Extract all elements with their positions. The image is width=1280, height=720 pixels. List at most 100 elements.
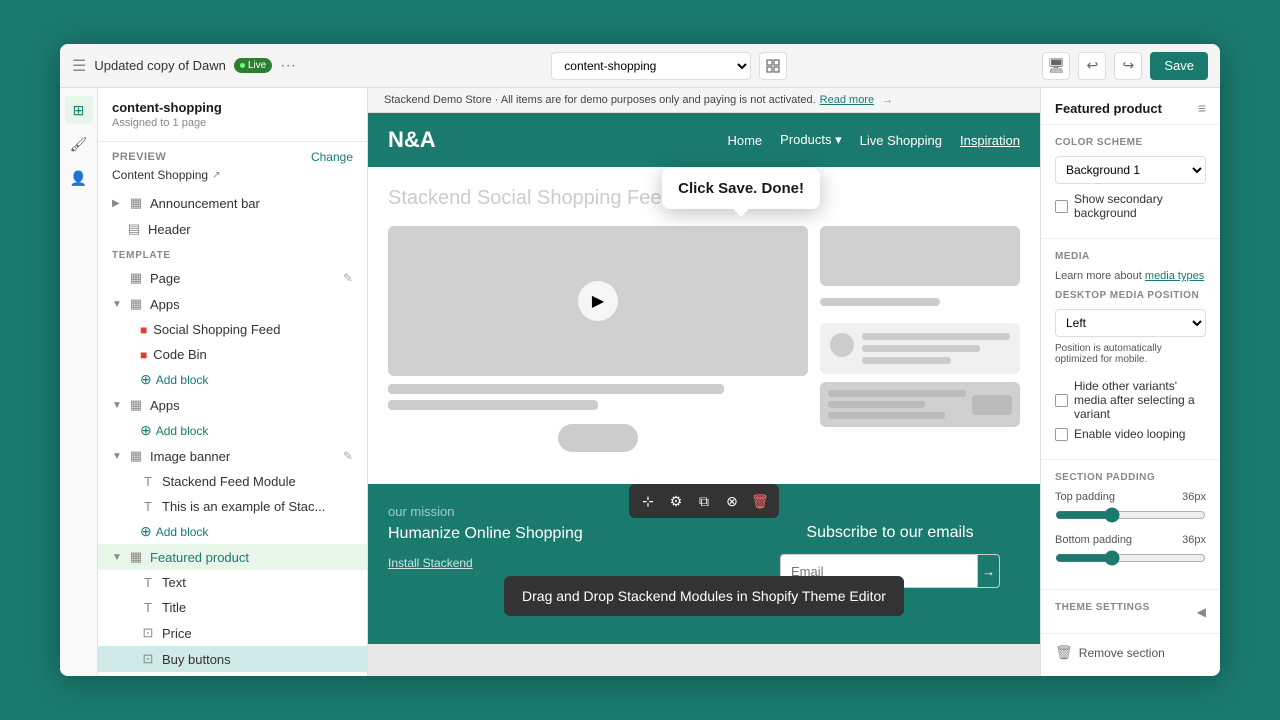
hide-variants-checkbox[interactable] <box>1055 394 1068 407</box>
add-block-image-banner[interactable]: ⊕ Add block <box>98 519 367 544</box>
feed-bar-2 <box>388 400 598 410</box>
right-panel-title: Featured product <box>1055 101 1198 116</box>
sidebar-icon-palette[interactable]: 🖌 <box>65 130 93 158</box>
apps1-icon: ▦ <box>128 296 144 312</box>
save-button[interactable]: Save <box>1150 52 1208 80</box>
image-banner-edit-icon[interactable]: ✎ <box>343 449 353 463</box>
sidebar-item-text[interactable]: T Text <box>98 570 367 595</box>
install-stackend-link[interactable]: Install Stackend <box>388 556 473 570</box>
sidebar-item-page[interactable]: ▦ Page ✎ <box>98 265 367 291</box>
sidebar-item-code-bin[interactable]: ■ Code Bin <box>98 342 367 367</box>
desktop-position-select[interactable]: Left <box>1055 309 1206 337</box>
sidebar-item-image-banner[interactable]: ▼ ▦ Image banner ✎ <box>98 443 367 469</box>
nav-inspiration[interactable]: Inspiration <box>960 133 1020 148</box>
arrow-icon: ▶ <box>112 198 122 209</box>
expand-button[interactable] <box>759 52 787 80</box>
sidebar-item-example-stac[interactable]: T This is an example of Stac... <box>98 494 367 519</box>
play-button[interactable]: ▶ <box>578 281 618 321</box>
section-padding-label: SECTION PADDING <box>1055 472 1206 483</box>
hide-variants-label: Hide other variants' media after selecti… <box>1074 379 1206 421</box>
toolbar-move-btn[interactable]: ⊹ <box>635 488 661 514</box>
remove-section-label: Remove section <box>1079 646 1165 660</box>
apps2-icon: ▦ <box>128 397 144 413</box>
sidebar-item-featured-product[interactable]: ▼ ▦ Featured product <box>98 544 367 570</box>
example-stac-label: This is an example of Stac... <box>162 499 325 514</box>
media-label: MEDIA <box>1055 251 1206 262</box>
theme-settings-collapse-icon[interactable]: ◀ <box>1197 605 1206 619</box>
external-link-icon[interactable]: ↗ <box>212 170 220 181</box>
top-padding-row: Top padding 36px <box>1055 491 1206 526</box>
page-edit-icon[interactable]: ✎ <box>343 271 353 285</box>
undo-button[interactable]: ↩ <box>1078 52 1106 80</box>
feed-grid: ▶ <box>388 226 1020 452</box>
sidebar-icon-users[interactable]: 👤 <box>65 164 93 192</box>
header-label: Header <box>148 222 191 237</box>
nav-home[interactable]: Home <box>727 133 762 148</box>
email-submit-button[interactable]: → <box>978 554 1000 588</box>
page-icon: ▦ <box>128 270 144 286</box>
toolbar-delete-btn[interactable]: 🗑 <box>747 488 773 514</box>
top-padding-value: 36px <box>1182 491 1206 503</box>
media-types-link[interactable]: media types <box>1145 270 1204 282</box>
nav-products[interactable]: Products ▾ <box>780 132 841 148</box>
color-scheme-label: COLOR SCHEME <box>1055 137 1206 148</box>
bottom-padding-slider[interactable] <box>1055 550 1206 566</box>
enable-video-row: Enable video looping <box>1055 427 1206 441</box>
preview-label: PREVIEW <box>112 151 166 163</box>
sidebar-header: content-shopping Assigned to 1 page <box>98 88 367 142</box>
sidebar-item-announcement-bar[interactable]: ▶ ▦ Announcement bar <box>98 190 367 216</box>
sidebar-item-apps1[interactable]: ▼ ▦ Apps <box>98 291 367 317</box>
sidebar-toggle-icon[interactable]: ☰ <box>72 56 86 76</box>
more-options-icon[interactable]: ··· <box>280 57 296 75</box>
top-padding-slider[interactable] <box>1055 507 1206 523</box>
enable-video-label: Enable video looping <box>1074 427 1185 441</box>
right-panel-header: Featured product ≡ <box>1041 88 1220 125</box>
show-secondary-checkbox[interactable] <box>1055 200 1068 213</box>
code-bin-label: Code Bin <box>153 347 206 362</box>
sidebar: content-shopping Assigned to 1 page PREV… <box>98 88 368 676</box>
sidebar-item-title[interactable]: T Title <box>98 595 367 620</box>
sidebar-item-header[interactable]: ▤ Header <box>98 216 367 242</box>
live-badge: Live <box>234 58 272 73</box>
preview-change-link[interactable]: Change <box>311 150 353 164</box>
feed-action-button[interactable] <box>558 424 638 452</box>
add-block-apps1[interactable]: ⊕ Add block <box>98 367 367 392</box>
toolbar-duplicate-btn[interactable]: ⧉ <box>691 488 717 514</box>
template-label: TEMPLATE <box>98 242 367 265</box>
title-label: Title <box>162 600 186 615</box>
announcement-bar: Stackend Demo Store · All items are for … <box>368 88 1040 113</box>
buy-icon: ⊡ <box>140 651 156 667</box>
sidebar-item-price[interactable]: ⊡ Price <box>98 620 367 646</box>
toolbar-disconnect-btn[interactable]: ⊗ <box>719 488 745 514</box>
announcement-arrow-icon: → <box>882 94 893 106</box>
sidebar-item-buy-buttons[interactable]: ⊡ Buy buttons <box>98 646 367 672</box>
enable-video-checkbox[interactable] <box>1055 428 1068 441</box>
bottom-padding-value: 36px <box>1182 534 1206 546</box>
redo-button[interactable]: ↪ <box>1114 52 1142 80</box>
card-line-2 <box>862 345 980 352</box>
sidebar-icon-sections[interactable]: ⊞ <box>65 96 93 124</box>
nav-live-shopping[interactable]: Live Shopping <box>860 133 942 148</box>
remove-section-button[interactable]: 🗑 Remove section <box>1041 634 1220 671</box>
live-dot <box>240 63 245 68</box>
featured-product-icon: ▦ <box>128 549 144 565</box>
dnd-tooltip: Drag and Drop Stackend Modules in Shopif… <box>504 576 904 616</box>
feed-bar-1 <box>388 384 724 394</box>
sidebar-item-social-shopping-feed[interactable]: ■ Social Shopping Feed <box>98 317 367 342</box>
bottom-rect <box>972 395 1012 415</box>
add-block-apps2[interactable]: ⊕ Add block <box>98 418 367 443</box>
url-selector[interactable]: content-shopping <box>551 52 751 80</box>
right-panel: Featured product ≡ COLOR SCHEME Backgrou… <box>1040 88 1220 676</box>
desktop-preview-button[interactable]: 🖥 <box>1042 52 1070 80</box>
sidebar-item-stackend-feed-module[interactable]: T Stackend Feed Module <box>98 469 367 494</box>
right-panel-menu-icon[interactable]: ≡ <box>1198 100 1206 116</box>
mission-title: Humanize Online Shopping <box>388 525 583 543</box>
color-scheme-select[interactable]: Background 1 <box>1055 156 1206 184</box>
toolbar-settings-btn[interactable]: ⚙ <box>663 488 689 514</box>
bottom-bar-1 <box>828 390 966 397</box>
sidebar-item-share[interactable]: ⊡ Share <box>98 672 367 676</box>
price-label: Price <box>162 626 192 641</box>
sidebar-item-apps2[interactable]: ▼ ▦ Apps <box>98 392 367 418</box>
text-icon: T <box>140 474 156 489</box>
announcement-read-more-link[interactable]: Read more <box>820 94 874 106</box>
